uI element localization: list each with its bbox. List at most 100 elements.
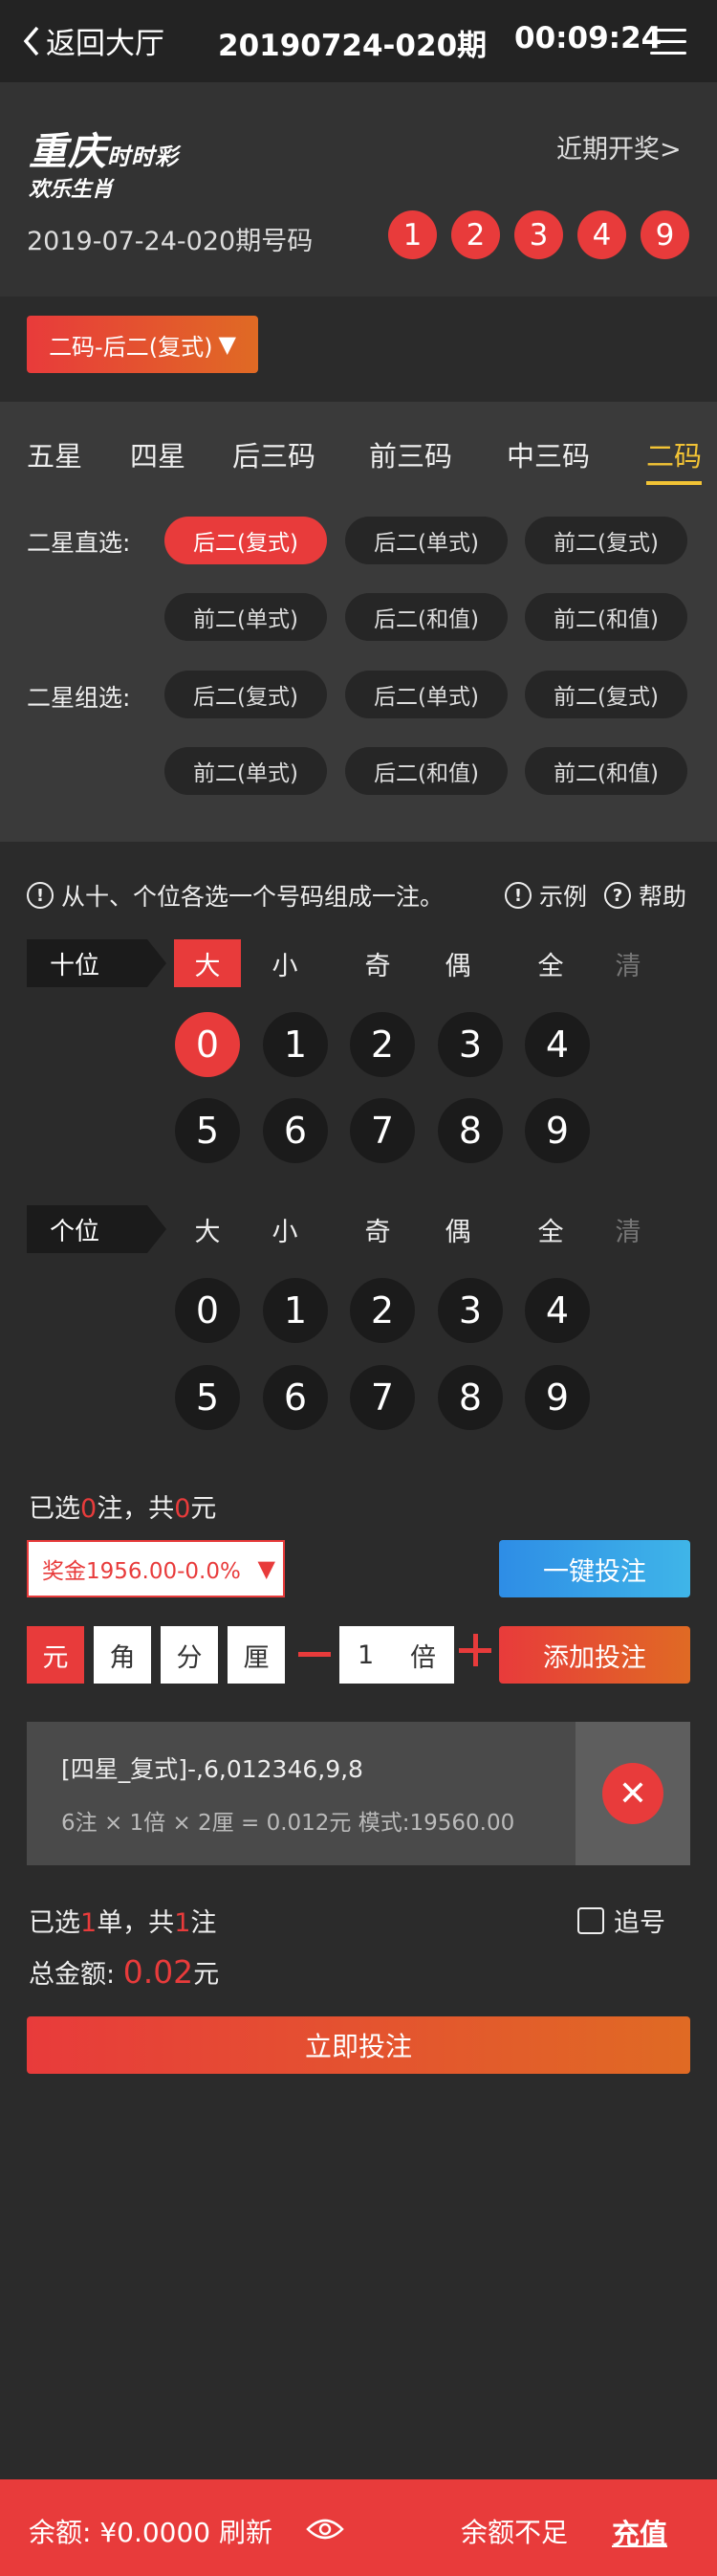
option-pill[interactable]: 前二(单式) (164, 593, 327, 641)
quick-clear[interactable]: 清 (595, 1205, 662, 1253)
direct-label: 二星直选: (27, 529, 131, 557)
eye-icon[interactable] (306, 2518, 344, 2541)
delete-bet-button[interactable]: ✕ (576, 1722, 690, 1865)
info-icon: ! (27, 882, 54, 909)
tab-zhongsan[interactable]: 中三码 (507, 434, 590, 474)
example-link[interactable]: ! 示例 (505, 878, 587, 913)
quick-small[interactable]: 小 (251, 939, 318, 987)
back-button[interactable]: 返回大厅 (23, 19, 164, 62)
position-label-units: 个位 (27, 1205, 166, 1253)
issue-label: 2019-07-24-020期号码 (27, 227, 314, 256)
chase-checkbox[interactable]: 追号 (577, 1902, 665, 1939)
rule-hint: ! 从十、个位各选一个号码组成一注。 (27, 878, 444, 913)
quick-big[interactable]: 大 (174, 1205, 241, 1253)
digit-ball[interactable]: 0 (175, 1278, 240, 1343)
help-icon: ? (604, 882, 631, 909)
tab-qiansan[interactable]: 前三码 (369, 434, 452, 474)
winning-number: 4 (577, 210, 626, 259)
page-title: 20190724-020期 (218, 29, 488, 63)
tab-wuxing[interactable]: 五星 (27, 434, 82, 474)
digit-ball[interactable]: 3 (438, 1012, 503, 1077)
option-pill[interactable]: 后二(和值) (345, 747, 508, 795)
quick-small[interactable]: 小 (251, 1205, 318, 1253)
unit-jiao[interactable]: 角 (94, 1626, 151, 1684)
digit-ball[interactable]: 4 (525, 1278, 590, 1343)
quick-even[interactable]: 偶 (424, 939, 491, 987)
add-bet-button[interactable]: 添加投注 (499, 1626, 690, 1684)
bet-item-detail: [四星_复式]-,6,012346,9,8 (61, 1755, 363, 1783)
tab-erma[interactable]: 二码 (646, 434, 702, 474)
mode-strip: 二码-后二(复式) ▼ (0, 297, 717, 402)
group-label: 二星组选: (27, 684, 131, 712)
digit-ball[interactable]: 9 (525, 1365, 590, 1430)
digit-ball[interactable]: 7 (350, 1098, 415, 1163)
digit-ball[interactable]: 1 (263, 1278, 328, 1343)
balance-label[interactable]: 余额: ¥0.0000 刷新 (29, 2512, 272, 2550)
play-mode-dropdown[interactable]: 二码-后二(复式) ▼ (27, 316, 258, 373)
back-label: 返回大厅 (46, 27, 164, 61)
digit-ball[interactable]: 6 (263, 1365, 328, 1430)
unit-fen[interactable]: 分 (161, 1626, 218, 1684)
digit-ball[interactable]: 8 (438, 1365, 503, 1430)
prize-rate-select[interactable]: 奖金1956.00-0.0% ▼ (27, 1540, 285, 1597)
digit-ball[interactable]: 1 (263, 1012, 328, 1077)
quick-even[interactable]: 偶 (424, 1205, 491, 1253)
unit-yuan[interactable]: 元 (27, 1626, 84, 1684)
play-type-panel: 五星 四星 后三码 前三码 中三码 二码 二星直选: 后二(复式) 后二(单式)… (0, 402, 717, 842)
increase-button[interactable] (459, 1634, 491, 1666)
digit-ball[interactable]: 5 (175, 1365, 240, 1430)
quick-all[interactable]: 全 (517, 1205, 584, 1253)
play-tabs: 五星 四星 后三码 前三码 中三码 二码 (0, 402, 717, 485)
option-pill[interactable]: 前二(单式) (164, 747, 327, 795)
digit-ball[interactable]: 8 (438, 1098, 503, 1163)
recharge-link[interactable]: 充值 (612, 2512, 667, 2552)
digit-ball[interactable]: 3 (438, 1278, 503, 1343)
logo: 重庆时时彩 欢乐生肖 (29, 129, 179, 202)
quick-odd[interactable]: 奇 (344, 1205, 411, 1253)
option-pill[interactable]: 前二(复式) (525, 517, 687, 564)
digit-ball[interactable]: 5 (175, 1098, 240, 1163)
winning-numbers: 1 2 3 4 9 (388, 210, 689, 259)
digit-ball[interactable]: 9 (525, 1098, 590, 1163)
quick-all[interactable]: 全 (517, 939, 584, 987)
digit-ball[interactable]: 4 (525, 1012, 590, 1077)
winning-number: 2 (451, 210, 500, 259)
checkbox-icon (577, 1906, 604, 1934)
bet-item: [四星_复式]-,6,012346,9,8 6注 × 1倍 × 2厘 = 0.0… (27, 1722, 690, 1865)
recent-draws-link[interactable]: 近期开奖> (556, 128, 682, 165)
digit-ball[interactable]: 2 (350, 1278, 415, 1343)
selection-summary: 已选0注，共0元 (29, 1494, 217, 1524)
quick-odd[interactable]: 奇 (344, 939, 411, 987)
digit-ball[interactable]: 2 (350, 1012, 415, 1077)
one-key-bet-button[interactable]: 一键投注 (499, 1540, 690, 1597)
quick-clear[interactable]: 清 (595, 939, 662, 987)
winning-number: 1 (388, 210, 437, 259)
tab-sixing[interactable]: 四星 (130, 434, 185, 474)
top-bar: 返回大厅 20190724-020期 00:09:24 (0, 0, 717, 82)
option-pill[interactable]: 前二(和值) (525, 747, 687, 795)
option-pill[interactable]: 后二(和值) (345, 593, 508, 641)
digit-ball[interactable]: 0 (175, 1012, 240, 1077)
submit-bet-button[interactable]: 立即投注 (27, 2016, 690, 2074)
digit-ball[interactable]: 6 (263, 1098, 328, 1163)
digit-ball[interactable]: 7 (350, 1365, 415, 1430)
option-pill[interactable]: 前二(和值) (525, 593, 687, 641)
winning-number: 3 (514, 210, 563, 259)
unit-li[interactable]: 厘 (228, 1626, 285, 1684)
footer-bar: 余额: ¥0.0000 刷新 余额不足 充值 (0, 2479, 717, 2576)
tab-housan[interactable]: 后三码 (232, 434, 315, 474)
option-pill[interactable]: 后二(单式) (345, 517, 508, 564)
multiplier-input[interactable]: 1倍 (339, 1626, 454, 1684)
option-pill[interactable]: 前二(复式) (525, 671, 687, 718)
order-summary: 已选1单，共1注 (29, 1908, 217, 1938)
winning-number: 9 (641, 210, 689, 259)
help-link[interactable]: ? 帮助 (604, 878, 686, 913)
caret-down-icon: ▼ (218, 331, 236, 358)
option-pill[interactable]: 后二(复式) (164, 517, 327, 564)
close-icon: ✕ (602, 1763, 663, 1824)
option-pill[interactable]: 后二(单式) (345, 671, 508, 718)
option-pill[interactable]: 后二(复式) (164, 671, 327, 718)
menu-icon[interactable] (650, 29, 686, 55)
quick-big[interactable]: 大 (174, 939, 241, 987)
decrease-button[interactable] (298, 1652, 331, 1657)
